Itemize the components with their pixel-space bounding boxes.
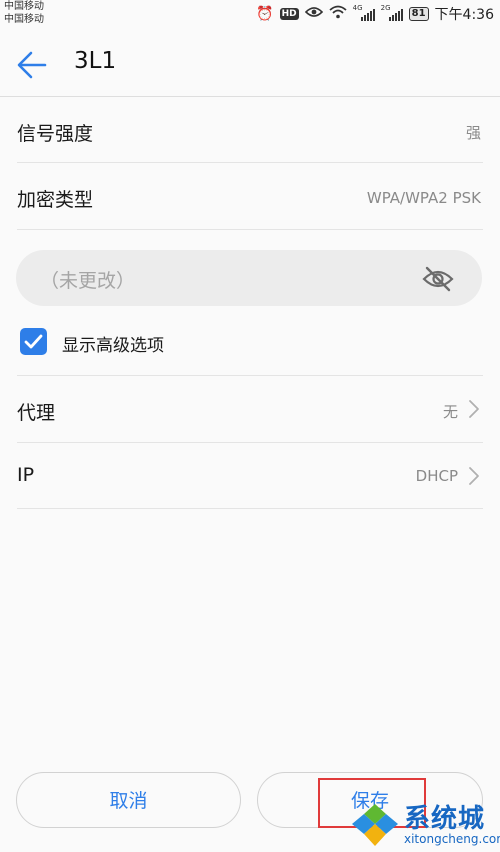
carrier-info: 中国移动 中国移动 <box>4 0 44 26</box>
ip-value: DHCP <box>415 467 458 485</box>
signal-strength-value: 强 <box>465 124 481 142</box>
status-icons: ⏰ HD 4G 2G 81 下午4:36 <box>256 3 494 25</box>
watermark: 系统城 xitongcheng.com <box>344 798 500 852</box>
password-visibility-toggle[interactable] <box>422 265 454 293</box>
advanced-options-checkbox[interactable] <box>20 328 47 355</box>
ip-label: IP <box>17 464 35 486</box>
chevron-right-icon <box>469 400 479 418</box>
signal-icon: 4G <box>353 4 375 21</box>
hd-icon: HD <box>279 8 299 20</box>
eye-hidden-icon <box>422 266 454 292</box>
back-arrow-icon <box>17 51 47 79</box>
divider <box>17 508 483 509</box>
battery-icon: 81 <box>408 7 429 21</box>
watermark-url: xitongcheng.com <box>404 832 500 846</box>
password-placeholder: （未更改） <box>40 270 136 292</box>
status-bar: 中国移动 中国移动 ⏰ HD 4G 2G 81 下午4:36 <box>0 0 500 32</box>
advanced-options-label: 显示高级选项 <box>62 336 164 356</box>
signal-icon: 2G <box>381 4 403 21</box>
app-header: 3L1 <box>0 32 500 97</box>
clock: 下午4:36 <box>434 7 494 23</box>
divider <box>17 229 483 230</box>
alarm-icon: ⏰ <box>256 6 274 22</box>
proxy-label: 代理 <box>17 402 56 424</box>
cancel-button[interactable]: 取消 <box>16 772 241 828</box>
password-field[interactable]: （未更改） <box>16 250 482 306</box>
signal-strength-row: 信号强度 强 <box>0 100 500 162</box>
page-title: 3L1 <box>74 48 117 74</box>
eye-comfort-icon <box>304 6 323 22</box>
ip-row[interactable]: IP DHCP <box>0 443 500 508</box>
security-type-label: 加密类型 <box>17 189 94 211</box>
carrier-1: 中国移动 <box>4 1 44 12</box>
back-button[interactable] <box>14 48 50 82</box>
chevron-right-icon <box>469 467 479 485</box>
check-icon <box>24 334 43 349</box>
proxy-value: 无 <box>442 403 458 421</box>
proxy-row[interactable]: 代理 无 <box>0 376 500 442</box>
wifi-icon <box>329 5 347 23</box>
watermark-text: 系统城 <box>404 804 486 834</box>
signal-strength-label: 信号强度 <box>17 123 94 145</box>
security-type-row: 加密类型 WPA/WPA2 PSK <box>0 163 500 229</box>
watermark-logo-icon <box>352 804 398 846</box>
carrier-2: 中国移动 <box>4 14 44 25</box>
security-type-value: WPA/WPA2 PSK <box>366 189 481 207</box>
